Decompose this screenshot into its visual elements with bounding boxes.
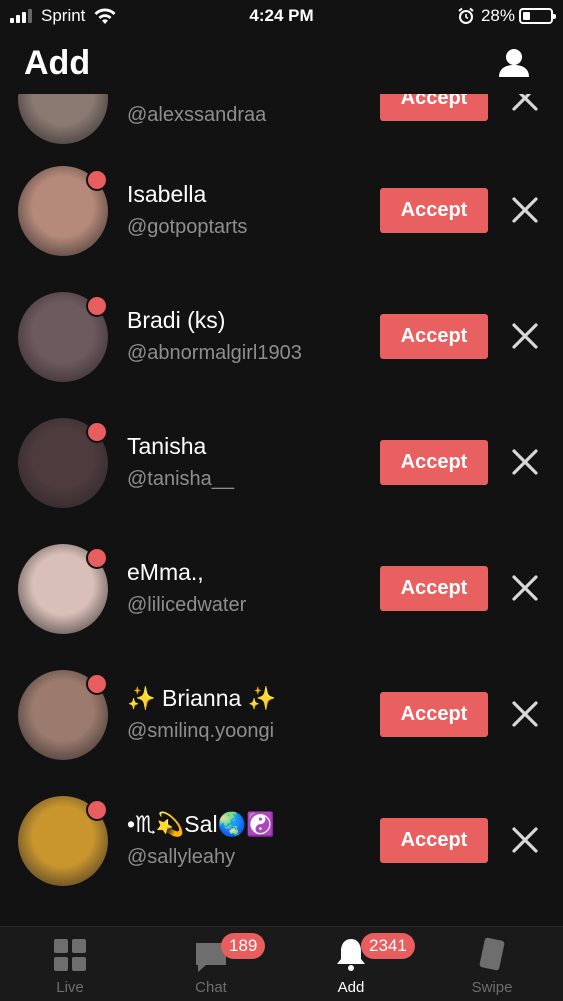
close-icon[interactable] — [511, 322, 539, 350]
page-title: Add — [24, 44, 91, 82]
request-name: Isabella — [127, 181, 207, 207]
tab-add[interactable]: 2341 Add — [281, 927, 421, 1001]
tab-label: Add — [337, 979, 365, 996]
battery-icon — [519, 8, 556, 24]
unread-dot — [86, 295, 108, 317]
tab-label: Chat — [195, 979, 227, 996]
friend-request-row: Tanisha @tanisha__ Accept — [0, 418, 563, 544]
accept-button[interactable]: Accept — [380, 188, 488, 233]
tab-label: Swipe — [471, 979, 513, 996]
close-icon[interactable] — [511, 196, 539, 224]
request-username: @lilicedwater — [127, 594, 247, 616]
friend-request-row: Isabella @gotpoptarts Accept — [0, 166, 563, 292]
close-icon[interactable] — [511, 700, 539, 728]
accept-button[interactable]: Accept — [380, 314, 488, 359]
accept-button[interactable]: Accept — [380, 440, 488, 485]
accept-button[interactable]: Accept — [380, 94, 488, 121]
card-icon — [479, 937, 505, 971]
unread-dot — [86, 169, 108, 191]
status-right: 28% — [457, 6, 556, 26]
accept-button[interactable]: Accept — [380, 692, 488, 737]
tab-bar: Live 189 Chat 2341 Add Swipe — [0, 926, 563, 1001]
request-name: •♏💫Sal🌏☯️ — [127, 811, 275, 837]
request-name: Bradi (ks) — [127, 307, 226, 333]
close-icon[interactable] — [511, 826, 539, 854]
request-name: Tanisha — [127, 433, 207, 459]
header: Add — [0, 32, 563, 94]
friend-request-row: eMma., @lilicedwater Accept — [0, 544, 563, 670]
avatar[interactable] — [18, 94, 108, 144]
request-name: ✨ Brianna ✨ — [127, 685, 277, 711]
chat-badge: 189 — [221, 933, 266, 959]
friend-request-row: Bradi (ks) @abnormalgirl1903 Accept — [0, 292, 563, 418]
tab-live[interactable]: Live — [0, 927, 140, 1001]
tab-label: Live — [56, 979, 84, 996]
unread-dot — [86, 673, 108, 695]
accept-button[interactable]: Accept — [380, 818, 488, 863]
request-username: @abnormalgirl1903 — [127, 342, 302, 364]
request-username: @alexssandraa — [127, 104, 267, 126]
battery-percent: 28% — [480, 6, 515, 25]
unread-dot — [86, 547, 108, 569]
friend-request-list[interactable]: @alexssandraa Accept Isabella @gotpoptarts A… — [0, 94, 563, 926]
tab-chat[interactable]: 189 Chat — [141, 927, 281, 1001]
friend-request-row: ✨ Brianna ✨ @smilinq.yoongi Accept — [0, 670, 563, 796]
status-bar: Sprint 4:24 PM 28% — [0, 0, 563, 32]
tab-swipe[interactable]: Swipe — [422, 927, 562, 1001]
request-username: @gotpoptarts — [127, 216, 248, 238]
request-username: @tanisha__ — [127, 468, 235, 490]
friend-request-row: •♏💫Sal🌏☯️ @sallyleahy Accept — [0, 796, 563, 922]
request-username: @smilinq.yoongi — [127, 720, 275, 742]
battery-fill — [523, 12, 530, 20]
accept-button[interactable]: Accept — [380, 566, 488, 611]
close-icon[interactable] — [511, 574, 539, 602]
alarm-icon — [458, 7, 474, 24]
request-name: eMma., — [127, 559, 204, 585]
unread-dot — [86, 799, 108, 821]
grid-icon — [54, 939, 86, 971]
close-icon[interactable] — [511, 448, 539, 476]
add-badge: 2341 — [361, 933, 415, 959]
unread-dot — [86, 421, 108, 443]
close-icon[interactable] — [511, 94, 539, 112]
person-icon[interactable] — [497, 46, 531, 80]
request-username: @sallyleahy — [127, 846, 236, 868]
